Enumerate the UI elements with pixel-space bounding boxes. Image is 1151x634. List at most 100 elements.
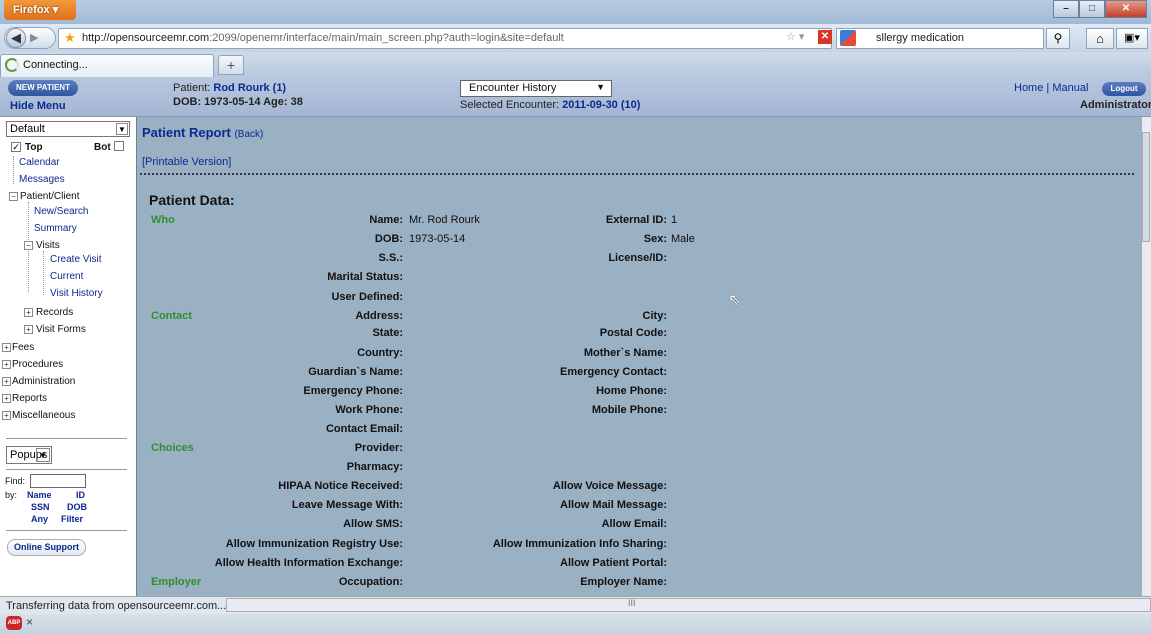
horizontal-scrollbar[interactable] bbox=[226, 598, 1151, 612]
back-link[interactable]: (Back) bbox=[234, 129, 263, 140]
sidebar-item-visit-forms[interactable]: Visit Forms bbox=[36, 324, 86, 335]
patient-name-link[interactable]: Rod Rourk (1) bbox=[213, 82, 286, 94]
back-arrow-icon[interactable]: ◀ bbox=[6, 28, 26, 48]
field-label: Guardian`s Name: bbox=[308, 366, 403, 378]
hide-menu-link[interactable]: Hide Menu bbox=[10, 100, 66, 112]
close-icon[interactable]: ✕ bbox=[1105, 0, 1147, 18]
top-label: Top bbox=[25, 142, 43, 153]
adblock-icon[interactable]: ABP bbox=[6, 616, 22, 630]
firefox-menu-button[interactable]: Firefox ▾ bbox=[4, 0, 76, 20]
patient-info: Patient: Rod Rourk (1) bbox=[173, 82, 286, 94]
field-label: Pharmacy: bbox=[346, 461, 403, 473]
sidebar-item-administration[interactable]: Administration bbox=[12, 376, 75, 387]
forward-arrow-icon[interactable]: ▶ bbox=[30, 31, 38, 44]
find-label: Find: bbox=[5, 476, 26, 486]
star-icon[interactable]: ★ bbox=[64, 30, 76, 46]
scrollbar-thumb[interactable] bbox=[1142, 132, 1150, 242]
field-label: Contact Email: bbox=[325, 423, 403, 435]
field-label: Provider: bbox=[354, 442, 403, 454]
field-label: Sex: bbox=[643, 233, 667, 245]
loading-spinner-icon bbox=[5, 58, 19, 72]
encounter-history-select[interactable]: Encounter History ▼ bbox=[460, 80, 612, 97]
new-tab-icon[interactable]: + bbox=[218, 55, 244, 75]
link-separator: | bbox=[1046, 82, 1050, 94]
sidebar-item-procedures[interactable]: Procedures bbox=[12, 359, 63, 370]
tree-connector bbox=[13, 156, 14, 184]
divider bbox=[6, 530, 127, 531]
selected-encounter-link[interactable]: 2011-09-30 (10) bbox=[562, 99, 640, 111]
find-by-ssn[interactable]: SSN bbox=[31, 502, 50, 512]
field-label: User Defined: bbox=[331, 291, 403, 303]
stop-icon[interactable]: ✕ bbox=[818, 30, 832, 44]
url-text[interactable]: http://opensourceemr.com:2099/openemr/in… bbox=[82, 32, 564, 44]
chevron-down-icon[interactable]: ▼ bbox=[36, 448, 50, 462]
collapse-icon[interactable]: − bbox=[24, 241, 33, 250]
sidebar-item-messages[interactable]: Messages bbox=[19, 174, 65, 185]
sidebar-item-new-search[interactable]: New/Search bbox=[34, 206, 88, 217]
logout-button[interactable]: Logout bbox=[1102, 82, 1146, 96]
encounter-select-value: Encounter History bbox=[469, 82, 557, 94]
printable-version-link[interactable]: [Printable Version] bbox=[142, 156, 231, 168]
expand-icon[interactable]: + bbox=[24, 325, 33, 334]
find-by-dob[interactable]: DOB bbox=[67, 502, 87, 512]
expand-icon[interactable]: + bbox=[2, 411, 11, 420]
expand-icon[interactable]: + bbox=[2, 377, 11, 386]
menu-set-value: Default bbox=[10, 123, 45, 135]
expand-icon[interactable]: + bbox=[2, 394, 11, 403]
field-label: DOB: bbox=[374, 233, 403, 245]
field-label: Postal Code: bbox=[599, 327, 667, 339]
patient-prefix: Patient: bbox=[173, 82, 211, 94]
sidebar-item-summary[interactable]: Summary bbox=[34, 223, 77, 234]
sidebar-item-create-visit[interactable]: Create Visit bbox=[50, 254, 102, 265]
sidebar-item-calendar[interactable]: Calendar bbox=[19, 157, 60, 168]
field-label: S.S.: bbox=[378, 252, 403, 264]
top-checkbox[interactable]: ✓ bbox=[11, 142, 21, 152]
close-icon[interactable]: × bbox=[26, 615, 33, 629]
bookmark-dropdown-icon[interactable]: ☆ ▾ bbox=[786, 30, 804, 43]
sidebar-item-current[interactable]: Current bbox=[50, 271, 83, 282]
find-by-name[interactable]: Name bbox=[27, 490, 52, 500]
selected-encounter: Selected Encounter: 2011-09-30 (10) bbox=[460, 99, 640, 111]
find-by-id[interactable]: ID bbox=[76, 490, 85, 500]
sidebar-item-visit-history[interactable]: Visit History bbox=[50, 288, 103, 299]
manual-link[interactable]: Manual bbox=[1052, 82, 1088, 94]
field-label: Allow Health Information Exchange: bbox=[214, 557, 403, 569]
field-label: Home Phone: bbox=[596, 385, 667, 397]
find-input[interactable] bbox=[30, 474, 86, 488]
online-support-button[interactable]: Online Support bbox=[7, 539, 86, 556]
divider bbox=[6, 469, 127, 470]
by-label: by: bbox=[5, 490, 18, 500]
bot-checkbox[interactable] bbox=[114, 141, 124, 151]
field-label: Allow Immunization Info Sharing: bbox=[492, 538, 667, 550]
maximize-icon[interactable]: □ bbox=[1079, 0, 1105, 18]
search-icon[interactable]: ⚲ bbox=[1046, 28, 1070, 49]
mouse-cursor-icon: ⇖ bbox=[728, 292, 742, 309]
menu-set-select[interactable]: Default ▼ bbox=[6, 121, 130, 137]
expand-icon[interactable]: + bbox=[2, 360, 11, 369]
sidebar-item-fees[interactable]: Fees bbox=[12, 342, 34, 353]
sidebar-item-records[interactable]: Records bbox=[36, 307, 73, 318]
search-input[interactable]: sllergy medication bbox=[876, 32, 964, 44]
field-label: Mother`s Name: bbox=[583, 347, 667, 359]
sidebar-item-patient-client[interactable]: Patient/Client bbox=[20, 191, 79, 202]
bookmarks-menu-icon[interactable]: ▣▾ bbox=[1116, 28, 1148, 49]
expand-icon[interactable]: + bbox=[24, 308, 33, 317]
sidebar-item-visits[interactable]: Visits bbox=[36, 240, 60, 251]
field-label: External ID: bbox=[605, 214, 667, 226]
new-patient-button[interactable]: NEW PATIENT bbox=[8, 80, 78, 96]
search-engine-icon[interactable] bbox=[840, 30, 856, 46]
patient-data-heading: Patient Data: bbox=[149, 192, 235, 208]
section-employer: Employer bbox=[151, 576, 202, 588]
expand-icon[interactable]: + bbox=[2, 343, 11, 352]
minimize-icon[interactable]: – bbox=[1053, 0, 1079, 18]
find-filter[interactable]: Filter bbox=[61, 514, 83, 524]
field-label: Address: bbox=[355, 310, 403, 322]
home-icon[interactable]: ⌂ bbox=[1086, 28, 1114, 49]
find-by-any[interactable]: Any bbox=[31, 514, 48, 524]
sidebar-item-miscellaneous[interactable]: Miscellaneous bbox=[12, 410, 75, 421]
left-navigation bbox=[0, 117, 137, 596]
sidebar-item-reports[interactable]: Reports bbox=[12, 393, 47, 404]
home-link[interactable]: Home bbox=[1014, 82, 1043, 94]
collapse-icon[interactable]: − bbox=[9, 192, 18, 201]
tab-label: Connecting... bbox=[23, 59, 88, 71]
